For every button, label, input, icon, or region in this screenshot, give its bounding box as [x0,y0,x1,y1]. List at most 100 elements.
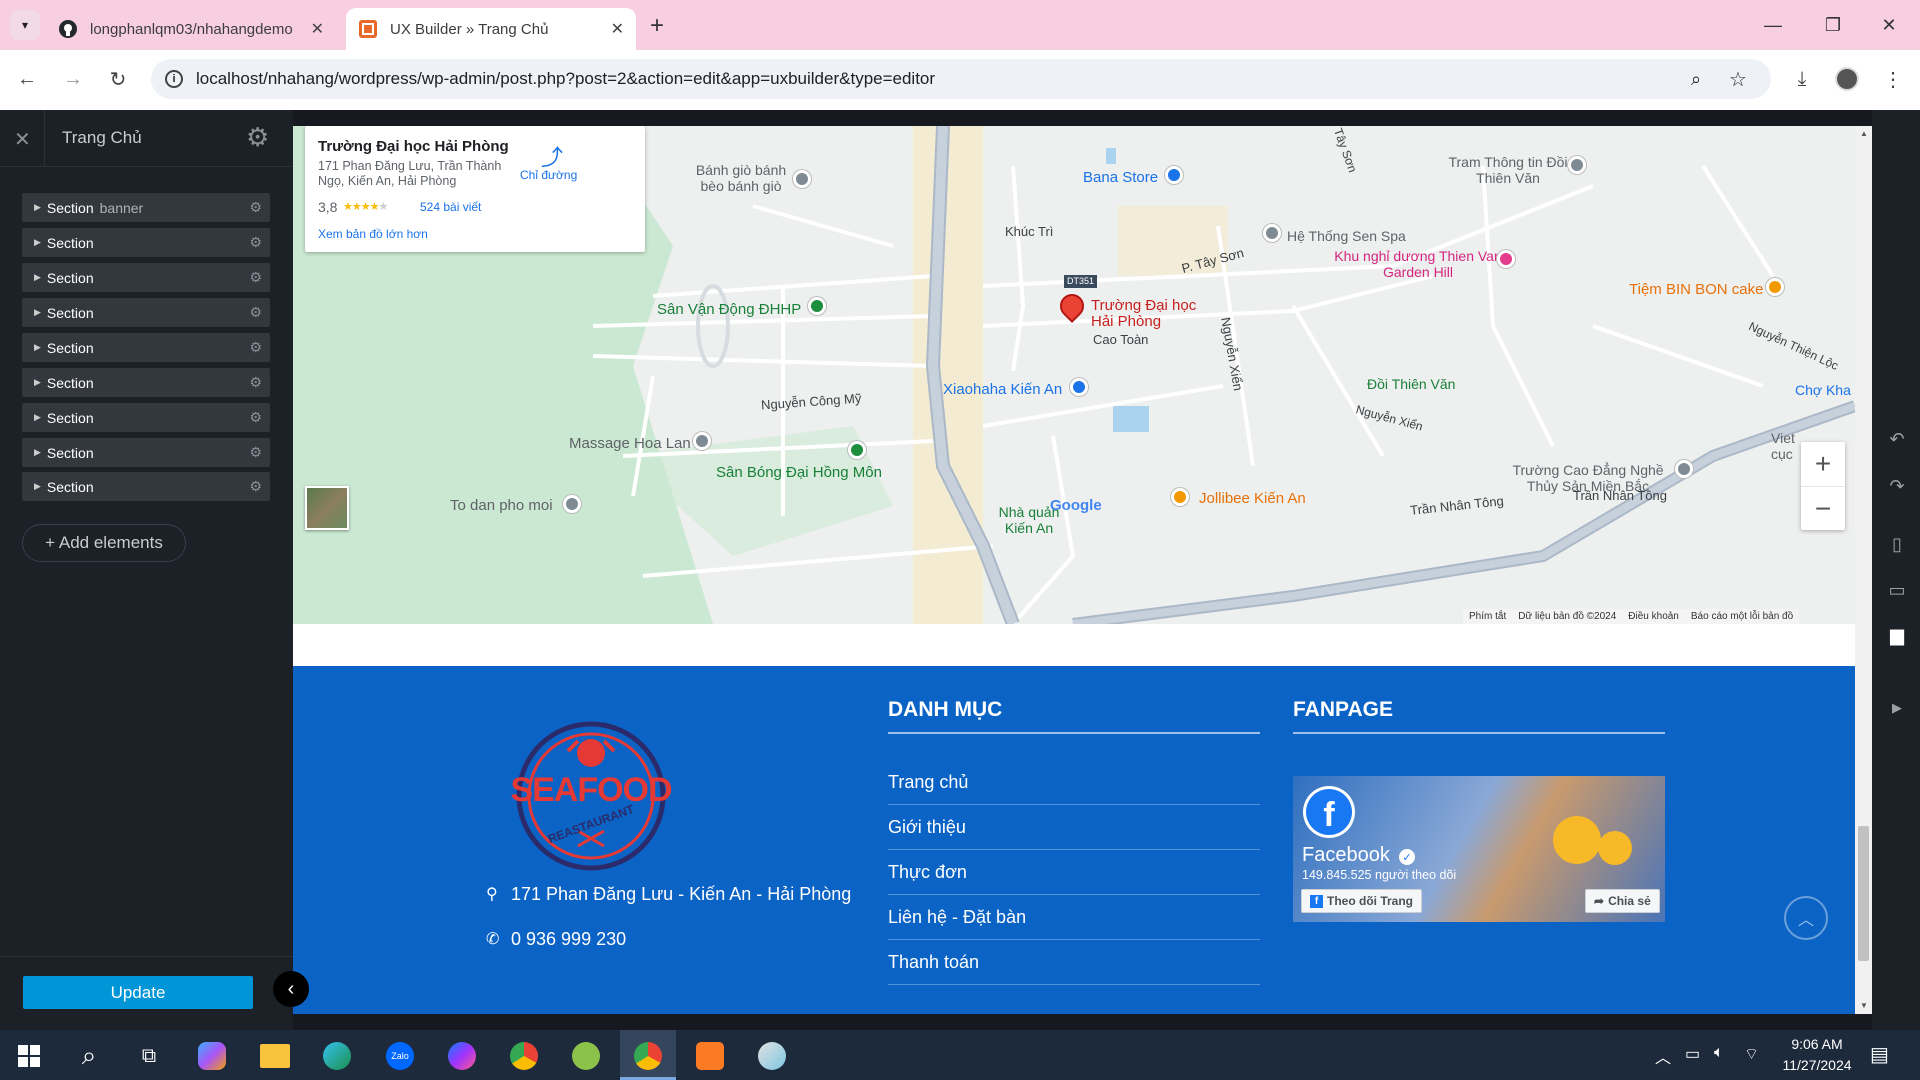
facebook-page-widget[interactable]: f Facebook ✓ 149.845.525 người theo dõi … [1293,776,1665,922]
map-label[interactable]: Bana Store [1083,170,1158,186]
scroll-down-arrow-icon[interactable]: ▼ [1860,1001,1868,1010]
canvas-scrollbar-track[interactable]: ▲ ▼ [1855,126,1872,1014]
gear-icon[interactable]: ⚙ [249,409,262,426]
copilot-icon[interactable] [193,1037,231,1075]
map-label[interactable]: Hệ Thống Sen Spa [1287,228,1406,244]
file-explorer-icon[interactable] [256,1037,294,1075]
footer-phone[interactable]: 0 936 999 230 [511,929,626,950]
site-info-icon[interactable]: i [165,70,183,88]
footer-menu-item[interactable]: Trang chủ [888,760,1260,805]
app-green-icon[interactable] [567,1037,605,1075]
minimize-button[interactable]: — [1750,10,1796,40]
map-label[interactable]: Tiệm BIN BON cake [1629,282,1763,298]
map-label[interactable]: Sân Bóng Đại Hồng Môn [716,465,882,481]
scroll-up-arrow-icon[interactable]: ▲ [1860,129,1868,138]
sidebar-item-section[interactable]: ▶ Section ⚙ [22,298,270,327]
gear-icon[interactable]: ⚙ [249,374,262,391]
scrollbar-thumb[interactable] [1858,826,1869,961]
report-error-link[interactable]: Báo cáo một lỗi bản đồ [1691,611,1793,622]
reload-button[interactable]: ↻ [101,62,135,96]
gear-icon[interactable]: ⚙ [249,444,262,461]
gear-icon[interactable]: ⚙ [249,478,262,495]
map-label[interactable]: Sân Vận Động ĐHHP [657,302,801,318]
zoom-in-button[interactable]: + [1801,442,1845,486]
sidebar-item-section[interactable]: ▶ Section ⚙ [22,403,270,432]
sidebar-item-section[interactable]: ▶ Section ⚙ [22,333,270,362]
gear-icon[interactable]: ⚙ [249,339,262,356]
sidebar-item-section[interactable]: ▶ Section ⚙ [22,368,270,397]
tab-github[interactable]: longphanlqm03/nhahangdemo ✕ [46,8,336,50]
chrome-active-icon[interactable] [629,1037,667,1075]
map-label[interactable]: Viet cục [1771,430,1801,462]
shopping-pin-icon[interactable] [1070,378,1088,396]
search-icon[interactable]: ⌕ [70,1037,108,1075]
wifi-icon[interactable]: ⌔ [1744,1044,1759,1064]
poi-pin-icon[interactable] [563,495,581,513]
footer-menu-item[interactable]: Thực đơn [888,850,1260,895]
mobile-view-icon[interactable]: ▯ [1886,533,1908,555]
edge-icon[interactable] [318,1037,356,1075]
zoom-icon[interactable]: ⌕ [1691,69,1701,90]
clock-time[interactable]: 9:06 AM [1772,1036,1862,1052]
undo-icon[interactable]: ↶ [1886,428,1908,450]
poi-pin-icon[interactable] [793,170,811,188]
map-label[interactable]: Jollibee Kiến An [1199,491,1306,507]
paint-icon[interactable] [753,1037,791,1075]
profile-avatar[interactable] [1835,67,1859,91]
chrome-icon[interactable] [505,1037,543,1075]
map-label[interactable]: To dan pho moi [450,498,553,514]
add-elements-button[interactable]: + Add elements [22,524,186,562]
page-settings-gear-icon[interactable]: ⚙ [246,122,269,153]
notifications-icon[interactable]: ▤ [1870,1042,1889,1067]
xampp-icon[interactable] [691,1037,729,1075]
gear-icon[interactable]: ⚙ [249,269,262,286]
tablet-view-icon[interactable]: ▭ [1886,579,1908,601]
map-label[interactable]: Chợ Kha [1795,382,1851,398]
map-label[interactable]: Trường Đại học Hải Phòng [1091,298,1201,330]
sidebar-item-section[interactable]: ▶ Section banner ⚙ [22,193,270,222]
gear-icon[interactable]: ⚙ [249,304,262,321]
zalo-icon[interactable]: Zalo [381,1037,419,1075]
sidebar-item-section[interactable]: ▶ Section ⚙ [22,228,270,257]
sidebar-item-section[interactable]: ▶ Section ⚙ [22,472,270,501]
messenger-icon[interactable] [443,1037,481,1075]
map-label[interactable]: Massage Hoa Lan [569,436,691,452]
close-window-button[interactable]: ✕ [1866,10,1912,40]
gear-icon[interactable]: ⚙ [249,234,262,251]
windows-start-icon[interactable] [10,1037,48,1075]
map-label[interactable]: Khúc Trì [1005,224,1053,240]
food-pin-icon[interactable] [1766,278,1784,296]
bookmark-star-icon[interactable]: ☆ [1729,67,1747,92]
hotel-pin-icon[interactable] [1497,250,1515,268]
fb-follow-button[interactable]: f Theo dõi Trang [1301,889,1422,913]
battery-icon[interactable]: ▭ [1685,1044,1700,1064]
keyboard-shortcuts-link[interactable]: Phím tắt [1469,611,1506,622]
back-to-top-button[interactable]: ︿ [1784,896,1828,940]
google-map[interactable]: Bánh giò bánh bèo bánh giò Bana Store Tr… [293,126,1855,624]
task-view-icon[interactable]: ⧉ [130,1037,168,1075]
collapse-sidebar-button[interactable]: ‹ [273,971,309,1007]
browser-menu-icon[interactable]: ⋮ [1876,62,1910,96]
expand-panel-icon[interactable]: ▶ [1886,697,1908,719]
reviews-link[interactable]: 524 bài viết [420,200,481,214]
park-pin-icon[interactable] [848,441,866,459]
tab-search-button[interactable]: ▾ [10,10,40,40]
fb-page-name[interactable]: Facebook [1302,844,1390,867]
update-button[interactable]: Update [23,976,253,1009]
close-tab-icon[interactable]: ✕ [311,19,324,39]
map-label[interactable]: Khu nghỉ dương Thien Van Garden Hill [1333,248,1503,280]
terms-link[interactable]: Điều khoản [1628,611,1679,622]
poi-pin-icon[interactable] [1263,224,1281,242]
park-pin-icon[interactable] [808,297,826,315]
new-tab-button[interactable]: + [650,12,664,40]
fb-share-button[interactable]: ➦ Chia sẻ [1585,889,1660,913]
map-label[interactable]: Đồi Thiên Văn [1367,376,1455,392]
tab-ux-builder[interactable]: UX Builder » Trang Chủ ✕ [346,8,636,50]
close-builder-icon[interactable]: ✕ [14,127,31,152]
map-label[interactable]: Bánh giò bánh bèo bánh giò [691,162,791,194]
school-pin-icon[interactable] [1675,460,1693,478]
back-button[interactable]: ← [10,62,44,96]
satellite-toggle[interactable] [305,486,349,530]
desktop-view-icon[interactable]: ▆ [1886,624,1908,646]
gear-icon[interactable]: ⚙ [249,199,262,216]
